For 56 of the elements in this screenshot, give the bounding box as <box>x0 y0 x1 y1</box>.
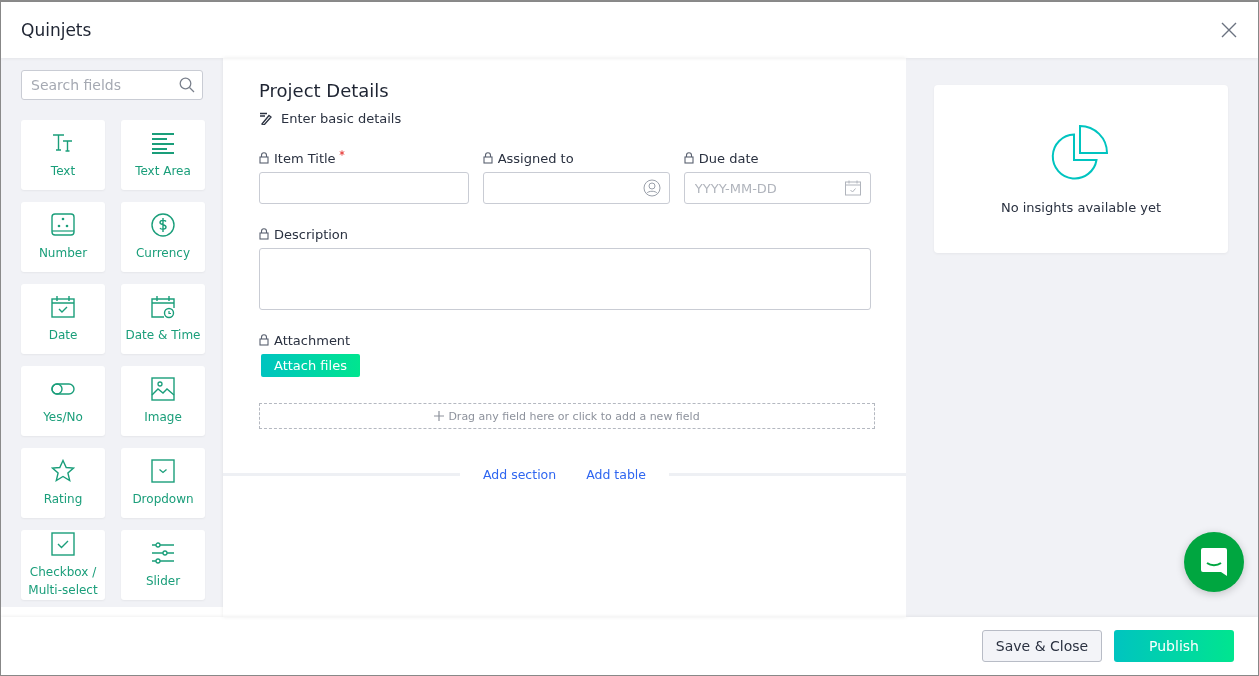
save-close-button[interactable]: Save & Close <box>982 630 1102 662</box>
slider-icon <box>151 540 175 565</box>
field-type-tile[interactable]: Text <box>21 120 105 190</box>
field-type-tile[interactable]: Date & Time <box>121 284 205 354</box>
field-label: Item Title <box>274 150 336 166</box>
empty-insights-message: No insights available yet <box>1000 199 1162 215</box>
toggle-icon <box>51 382 75 395</box>
image-icon <box>151 376 175 401</box>
drop-zone[interactable]: Drag any field here or click to add a new field <box>259 403 875 429</box>
dropdown-icon <box>151 458 175 483</box>
plus-icon <box>434 411 445 421</box>
field-label: Description <box>274 226 349 242</box>
field-type-tile[interactable]: Dropdown <box>121 448 205 518</box>
section-title: Project Details <box>259 80 390 101</box>
close-button[interactable] <box>1220 21 1238 39</box>
description-textarea[interactable] <box>259 248 871 310</box>
search-field[interactable]: Search fields <box>21 70 203 100</box>
field-type-tile[interactable]: Yes/No <box>21 366 105 436</box>
add-link[interactable]: Add section <box>468 467 572 482</box>
text-input[interactable] <box>259 172 469 204</box>
number-keypad-icon <box>51 212 75 237</box>
chat-bubble-icon <box>1200 547 1228 577</box>
align-lines-icon <box>151 130 175 155</box>
lock-icon <box>259 152 269 164</box>
window-title: Quinjets <box>21 20 92 40</box>
calendar-clock-icon <box>151 294 175 319</box>
field-type-tile[interactable]: Slider <box>121 530 205 600</box>
chat-button[interactable] <box>1184 532 1244 592</box>
field-label: Due date <box>698 150 759 166</box>
user-icon <box>642 179 661 197</box>
field-type-tile[interactable]: Checkbox / Multi-select <box>21 530 105 600</box>
star-icon <box>51 458 75 483</box>
add-link[interactable]: Add table <box>571 467 662 482</box>
section-subtitle: Enter basic details <box>281 111 402 126</box>
field-type-tile[interactable]: Image <box>121 366 205 436</box>
lock-icon <box>683 152 694 164</box>
search-icon <box>179 77 195 93</box>
assignee-input[interactable] <box>482 172 670 204</box>
lock-icon <box>259 228 269 240</box>
edit-pen-icon <box>259 112 272 125</box>
field-label: Assigned to <box>497 150 574 166</box>
field-type-tile[interactable]: Date <box>21 284 105 354</box>
publish-button[interactable]: Publish <box>1114 630 1234 662</box>
lock-icon <box>259 334 269 346</box>
attach-files-button[interactable]: Attach files <box>261 354 360 377</box>
date-input[interactable]: YYYY-MM-DD <box>683 172 871 204</box>
calendar-icon <box>844 179 862 197</box>
field-type-tile[interactable]: Text Area <box>121 120 205 190</box>
field-label: Attachment <box>274 332 351 348</box>
field-type-tile[interactable]: Number <box>21 202 105 272</box>
lock-icon <box>482 152 493 164</box>
field-type-tile[interactable]: Rating <box>21 448 105 518</box>
dollar-circle-icon <box>151 212 175 237</box>
checkbox-icon <box>51 531 75 556</box>
calendar-check-icon <box>51 294 75 319</box>
field-type-tile[interactable]: Currency <box>121 202 205 272</box>
